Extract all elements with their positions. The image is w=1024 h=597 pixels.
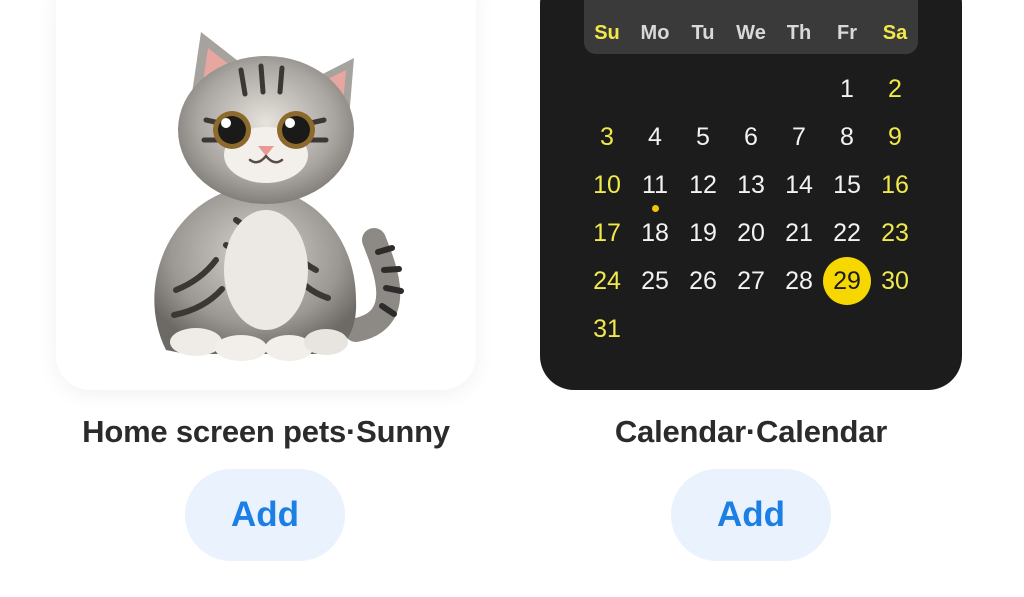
calendar-day[interactable]: 10 [583,161,631,209]
weekday-label: Su [594,22,620,44]
widget-picker: Home screen pets·Sunny Add Su Mo Tu We Th Fr S… [0,0,1024,597]
calendar-day[interactable]: 25 [631,257,679,305]
calendar-day[interactable]: 22 [823,209,871,257]
calendar-day[interactable]: 19 [679,209,727,257]
calendar-day[interactable]: 23 [871,209,919,257]
calendar-day[interactable]: 18 [631,209,679,257]
calendar-day[interactable]: 24 [583,257,631,305]
add-pet-widget-button[interactable]: Add [185,469,345,561]
calendar-day[interactable]: 4 [631,113,679,161]
weekday-label: We [736,22,766,44]
calendar-day[interactable]: 13 [727,161,775,209]
calendar-day[interactable]: 28 [775,257,823,305]
weekday-label: Mo [640,22,670,44]
weekday-label: Sa [882,22,908,44]
calendar-day[interactable]: 3 [583,113,631,161]
calendar-day[interactable]: 7 [775,113,823,161]
weekday-label: Fr [837,22,857,44]
calendar-day[interactable]: 1 [823,65,871,113]
calendar-widget-title: Calendar·Calendar [614,414,888,449]
calendar-day-today[interactable]: 29 [823,257,871,305]
calendar-day[interactable]: 26 [679,257,727,305]
calendar-day[interactable]: 16 [871,161,919,209]
calendar-day[interactable]: 14 [775,161,823,209]
calendar-day[interactable]: 2 [871,65,919,113]
calendar-widget-preview[interactable]: Su Mo Tu We Th Fr Sa 1 2 3 4 5 6 7 8 9 10 11 12 13 14 15 16 17… [540,0,962,390]
calendar-day[interactable]: 8 [823,113,871,161]
weekday-label: Th [786,22,812,44]
calendar-day[interactable]: 12 [679,161,727,209]
cat-illustration [154,32,404,361]
calendar-day[interactable]: 11 [631,161,679,209]
calendar-day[interactable]: 30 [871,257,919,305]
calendar-day[interactable]: 15 [823,161,871,209]
pet-widget-title: Home screen pets·Sunny [82,414,450,449]
add-calendar-widget-button[interactable]: Add [671,469,831,561]
calendar-day[interactable]: 31 [583,305,631,353]
calendar-day[interactable]: 27 [727,257,775,305]
calendar-day[interactable]: 20 [727,209,775,257]
calendar-day[interactable]: 17 [583,209,631,257]
pet-widget-preview[interactable] [56,0,476,390]
calendar-day[interactable]: 5 [679,113,727,161]
weekday-label: Tu [691,22,715,44]
calendar-day[interactable]: 9 [871,113,919,161]
calendar-day[interactable]: 6 [727,113,775,161]
calendar-day[interactable]: 21 [775,209,823,257]
